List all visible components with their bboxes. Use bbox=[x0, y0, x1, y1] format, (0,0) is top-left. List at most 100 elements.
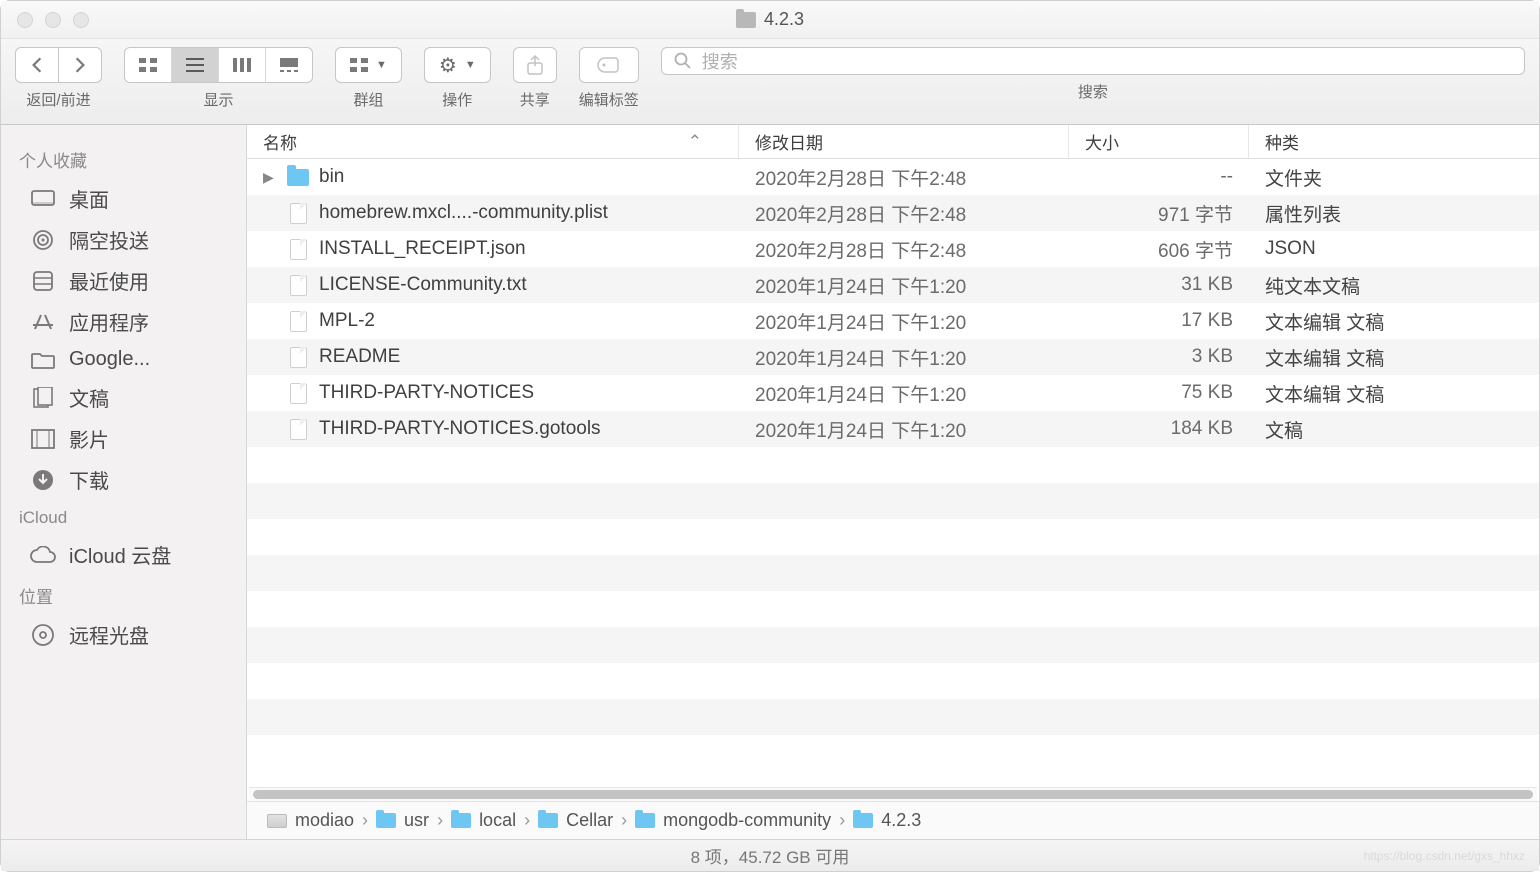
tags-button[interactable] bbox=[582, 56, 636, 74]
sidebar-item[interactable]: 影片 bbox=[1, 418, 246, 459]
col-kind[interactable]: 种类 bbox=[1249, 125, 1539, 158]
file-name: MPL-2 bbox=[319, 310, 375, 332]
col-date[interactable]: 修改日期 bbox=[739, 125, 1069, 158]
horizontal-scrollbar[interactable] bbox=[249, 787, 1537, 801]
sidebar-item[interactable]: 下载 bbox=[1, 459, 246, 500]
sidebar-section: 个人收藏 bbox=[1, 139, 246, 178]
table-row[interactable]: THIRD-PARTY-NOTICES2020年1月24日 下午1:2075 K… bbox=[247, 375, 1539, 411]
title-text: 4.2.3 bbox=[764, 9, 804, 30]
file-icon bbox=[290, 239, 307, 260]
status-bar: 8 项，45.72 GB 可用 https://blog.csdn.net/gx… bbox=[1, 839, 1539, 871]
table-row[interactable]: LICENSE-Community.txt2020年1月24日 下午1:2031… bbox=[247, 267, 1539, 303]
folder-icon bbox=[29, 349, 57, 371]
file-date: 2020年2月28日 下午2:48 bbox=[739, 200, 1069, 227]
sidebar: 个人收藏桌面隔空投送最近使用应用程序 Google...文稿影片下载 iCloudi… bbox=[1, 125, 247, 839]
table-row[interactable]: INSTALL_RECEIPT.json2020年2月28日 下午2:48606… bbox=[247, 231, 1539, 267]
column-view-button[interactable] bbox=[219, 48, 266, 82]
empty-row bbox=[247, 591, 1539, 627]
sidebar-item[interactable]: 远程光盘 bbox=[1, 614, 246, 655]
desktop-icon bbox=[29, 188, 57, 210]
chevron-right-icon: › bbox=[839, 810, 845, 831]
folder-icon bbox=[451, 813, 471, 828]
breadcrumb[interactable]: modiao bbox=[267, 810, 354, 831]
search-label: 搜索 bbox=[1078, 81, 1108, 102]
file-size: 17 KB bbox=[1069, 310, 1249, 332]
file-date: 2020年1月24日 下午1:20 bbox=[739, 416, 1069, 443]
sidebar-item[interactable]: 文稿 bbox=[1, 377, 246, 418]
breadcrumb[interactable]: local bbox=[451, 810, 516, 831]
file-name: homebrew.mxcl....-community.plist bbox=[319, 202, 608, 224]
chevron-right-icon: › bbox=[437, 810, 443, 831]
airdrop-icon bbox=[29, 229, 57, 251]
search-group: 搜索 搜索 bbox=[661, 47, 1525, 102]
share-button[interactable] bbox=[513, 55, 557, 75]
sort-asc-icon: ⌃ bbox=[688, 132, 702, 152]
action-label: 操作 bbox=[442, 89, 472, 110]
table-row[interactable]: README2020年1月24日 下午1:203 KB文本编辑 文稿 bbox=[247, 339, 1539, 375]
folder-icon bbox=[736, 12, 756, 28]
action-button[interactable]: ⚙▼ bbox=[425, 48, 490, 82]
forward-button[interactable] bbox=[59, 48, 101, 82]
zoom-dot[interactable] bbox=[73, 12, 89, 28]
chevron-right-icon: › bbox=[524, 810, 530, 831]
file-date: 2020年2月28日 下午2:48 bbox=[739, 236, 1069, 263]
action-group: ⚙▼ 操作 bbox=[424, 47, 491, 110]
table-row[interactable]: THIRD-PARTY-NOTICES.gotools 2020年1月24日 下午… bbox=[247, 411, 1539, 447]
sidebar-item[interactable]: 最近使用 bbox=[1, 260, 246, 301]
file-size: 3 KB bbox=[1069, 346, 1249, 368]
toolbar: 返回/前进 显示 ▼ 群组 ⚙▼ 操作 共享 编辑标签 搜索 搜索 bbox=[1, 39, 1539, 125]
file-date: 2020年1月24日 下午1:20 bbox=[739, 344, 1069, 371]
col-name[interactable]: 名称⌃ bbox=[247, 125, 739, 158]
docs-icon bbox=[29, 387, 57, 409]
sidebar-section: iCloud bbox=[1, 500, 246, 534]
table-row[interactable]: homebrew.mxcl....-community.plist 2020年2月… bbox=[247, 195, 1539, 231]
downloads-icon bbox=[29, 469, 57, 491]
sidebar-item[interactable]: 桌面 bbox=[1, 178, 246, 219]
sidebar-item[interactable]: Google... bbox=[1, 342, 246, 377]
gallery-view-button[interactable] bbox=[266, 48, 312, 82]
view-label: 显示 bbox=[203, 89, 233, 110]
file-kind: 纯文本文稿 bbox=[1249, 272, 1539, 299]
sidebar-item-label: 桌面 bbox=[69, 184, 109, 213]
file-kind: 文本编辑 文稿 bbox=[1249, 308, 1539, 335]
file-name: THIRD-PARTY-NOTICES.gotools bbox=[319, 418, 601, 440]
gear-icon: ⚙ bbox=[439, 53, 457, 78]
breadcrumb-label: modiao bbox=[295, 810, 354, 831]
sidebar-item-label: 隔空投送 bbox=[69, 225, 149, 254]
col-size[interactable]: 大小 bbox=[1069, 125, 1249, 158]
table-row[interactable]: MPL-22020年1月24日 下午1:2017 KB文本编辑 文稿 bbox=[247, 303, 1539, 339]
empty-row bbox=[247, 519, 1539, 555]
icon-view-button[interactable] bbox=[125, 48, 172, 82]
sidebar-item[interactable]: iCloud 云盘 bbox=[1, 534, 246, 575]
close-dot[interactable] bbox=[17, 12, 33, 28]
traffic-lights bbox=[17, 12, 89, 28]
empty-row bbox=[247, 555, 1539, 591]
sidebar-item[interactable]: 隔空投送 bbox=[1, 219, 246, 260]
tags-group: 编辑标签 bbox=[579, 47, 639, 110]
file-name: README bbox=[319, 346, 400, 368]
list-view-button[interactable] bbox=[172, 48, 219, 82]
breadcrumb[interactable]: 4.2.3 bbox=[853, 810, 921, 831]
file-name: INSTALL_RECEIPT.json bbox=[319, 238, 526, 260]
file-icon bbox=[290, 203, 307, 224]
breadcrumb-label: mongodb-community bbox=[663, 810, 831, 831]
movies-icon bbox=[29, 428, 57, 450]
table-row[interactable]: ▶bin2020年2月28日 下午2:48--文件夹 bbox=[247, 159, 1539, 195]
disclosure-triangle[interactable]: ▶ bbox=[263, 169, 277, 186]
breadcrumb[interactable]: Cellar bbox=[538, 810, 613, 831]
sidebar-item-label: 应用程序 bbox=[69, 307, 149, 336]
back-button[interactable] bbox=[16, 48, 58, 82]
minimize-dot[interactable] bbox=[45, 12, 61, 28]
file-size: 971 字节 bbox=[1069, 200, 1249, 227]
path-bar: modiao›usr›local›Cellar›mongodb-communit… bbox=[247, 801, 1539, 839]
breadcrumb-label: local bbox=[479, 810, 516, 831]
nav-label: 返回/前进 bbox=[26, 89, 90, 110]
breadcrumb[interactable]: usr bbox=[376, 810, 429, 831]
group-button[interactable]: ▼ bbox=[336, 48, 401, 82]
sidebar-item-label: 下载 bbox=[69, 465, 109, 494]
sidebar-item[interactable]: 应用程序 bbox=[1, 301, 246, 342]
file-kind: 文稿 bbox=[1249, 416, 1539, 443]
breadcrumb[interactable]: mongodb-community bbox=[635, 810, 831, 831]
search-input[interactable]: 搜索 bbox=[661, 47, 1525, 75]
empty-row bbox=[247, 699, 1539, 735]
